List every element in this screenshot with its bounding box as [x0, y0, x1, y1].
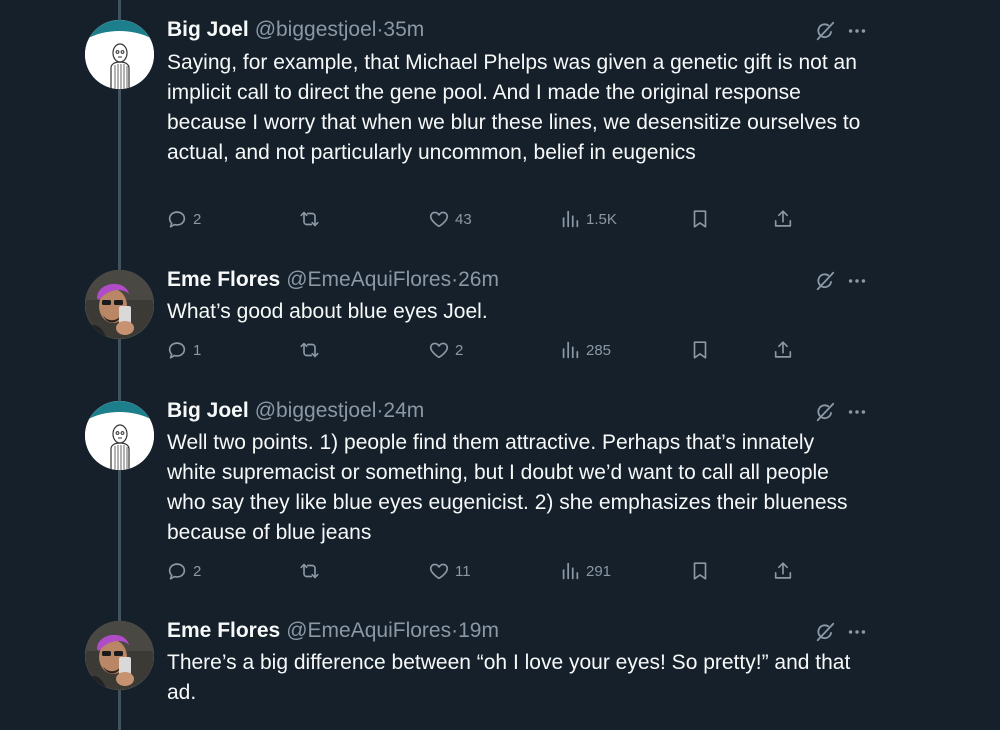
timestamp[interactable]: 19m [458, 619, 499, 642]
tweet-text: There’s a big difference between “oh I l… [167, 651, 851, 704]
more-icon[interactable] [845, 621, 869, 643]
display-name[interactable]: Eme Flores [167, 619, 280, 642]
tweet[interactable]: Eme Flores @EmeAquiFlores·19m There’s a b… [0, 0, 1000, 730]
user-handle[interactable]: @EmeAquiFlores [286, 619, 451, 642]
grok-icon[interactable] [814, 621, 836, 643]
avatar[interactable] [85, 621, 154, 690]
tweet-header: Eme Flores @EmeAquiFlores·19m [167, 618, 499, 644]
